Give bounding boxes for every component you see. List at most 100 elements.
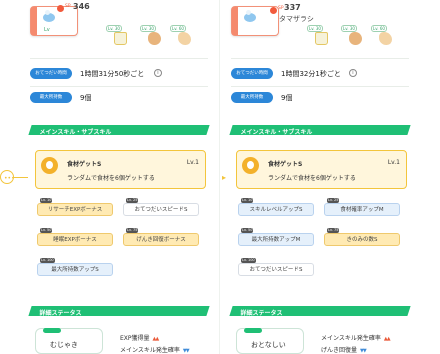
sub-skill-level-tag: Lv. 25 xyxy=(126,198,139,203)
sub-skill-level-tag: Lv. 50 xyxy=(40,228,53,233)
stat-max-carry: 最大所持数 9個 xyxy=(231,92,409,104)
food-potato: Lv. 30 xyxy=(341,25,363,46)
section-bar: メインスキル・サブスキル xyxy=(28,125,210,136)
divider xyxy=(231,58,409,59)
food-level: Lv. 60 xyxy=(371,25,387,32)
sub-skill-label: スキルレベルアップS xyxy=(249,207,303,213)
main-skill-desc: ランダムで食材を6個ゲットする xyxy=(268,175,356,182)
trait-up: メインスキル発生確率 ▲▲ xyxy=(321,333,391,342)
nature-chip xyxy=(43,328,61,333)
stat-value: 1時間31分50秒ごと xyxy=(80,70,145,78)
section-bar: 詳細ステータス xyxy=(229,306,411,317)
trait-up: EXP獲得量 ▲▲ xyxy=(120,333,160,342)
sub-skill-label: おてつだいスピードS xyxy=(134,207,188,213)
trait-down: げんき回復量 ▼▼ xyxy=(321,345,367,354)
ginger-icon xyxy=(178,32,191,45)
sp-badge-icon xyxy=(270,7,277,14)
section-bar: メインスキル・サブスキル xyxy=(229,125,411,136)
trait-label: げんき回復量 xyxy=(321,347,358,354)
sub-skill-label: 食材確率アップM xyxy=(340,207,384,213)
sub-skill-level-tag: Lv. 75 xyxy=(126,228,139,233)
section-header-detail: 詳細ステータス xyxy=(229,304,411,318)
pokemon-card[interactable]: Lv xyxy=(30,6,78,36)
food-milk: Lv. 30 xyxy=(106,25,128,46)
pokemon-level-label: Lv xyxy=(44,27,50,33)
apple-icon xyxy=(41,157,58,174)
trait-label: EXP獲得量 xyxy=(120,335,150,342)
stat-value: 9個 xyxy=(80,94,92,102)
nature-box: おとなしい xyxy=(236,328,304,354)
main-skill-card[interactable]: 食材ゲットS Lv.1 ランダムで食材を6個ゲットする xyxy=(35,150,206,189)
stat-label: おてつだい時間 xyxy=(231,68,273,79)
section-header-detail: 詳細ステータス xyxy=(28,304,210,318)
food-level: Lv. 30 xyxy=(341,25,357,32)
potato-icon xyxy=(349,32,362,45)
sub-skill-5[interactable]: Lv. 100 おてつだいスピードS xyxy=(238,258,314,276)
section-title: メインスキル・サブスキル xyxy=(240,129,313,136)
down-arrow-icon: ▼▼ xyxy=(360,348,367,354)
section-title: メインスキル・サブスキル xyxy=(39,129,112,136)
stat-help-time: おてつだい時間 1時間31分50秒ごと i xyxy=(30,68,208,80)
sub-skill-3[interactable]: Lv. 50 最大所持数アップM xyxy=(238,228,314,246)
sub-skill-4[interactable]: Lv. 75 きのみの数S xyxy=(324,228,400,246)
sub-skill-label: リサーチEXPボーナス xyxy=(47,207,103,213)
section-header-skills: メインスキル・サブスキル xyxy=(229,123,411,137)
sub-skill-4[interactable]: Lv. 75 げんき回復ボーナス xyxy=(123,228,199,246)
card-stripe xyxy=(232,7,238,35)
food-ginger: Lv. 60 xyxy=(170,25,192,46)
pokemon-name: タマザラシ xyxy=(279,15,314,23)
potato-icon xyxy=(148,32,161,45)
sub-skill-1[interactable]: Lv. 10 リサーチEXPボーナス xyxy=(37,198,113,216)
trait-down: メインスキル発生確率 ▼▼ xyxy=(120,345,190,354)
food-milk: Lv. 30 xyxy=(307,25,329,46)
section-bar: 詳細ステータス xyxy=(28,306,210,317)
up-arrow-icon: ▲▲ xyxy=(383,336,391,342)
pokemon-sprite-icon xyxy=(43,10,55,22)
sub-skill-level-tag: Lv. 10 xyxy=(241,198,254,203)
pokemon-number: 337 xyxy=(284,3,301,12)
main-skill-card[interactable]: 食材ゲットS Lv.1 ランダムで食材を6個ゲットする xyxy=(236,150,407,189)
compare-arrow-icon: ▸ xyxy=(222,173,227,182)
info-icon[interactable]: i xyxy=(154,69,162,77)
divider xyxy=(231,86,409,87)
card-stripe xyxy=(31,7,37,35)
column-divider xyxy=(219,0,220,354)
section-title: 詳細ステータス xyxy=(240,310,283,317)
sub-skill-5[interactable]: Lv. 100 最大所持数アップS xyxy=(37,258,113,276)
section-title: 詳細ステータス xyxy=(39,310,82,317)
pokemon-number: 346 xyxy=(73,2,90,11)
sub-skill-1[interactable]: Lv. 10 スキルレベルアップS xyxy=(238,198,314,216)
stat-value: 9個 xyxy=(281,94,293,102)
pokemon-column-right: SP 337 タマザラシ Lv. 30 Lv. 30 Lv. 60 おてつだい時… xyxy=(229,0,411,354)
sp-label: SP xyxy=(65,4,71,9)
food-potato: Lv. 30 xyxy=(140,25,162,46)
sub-skill-label: 最大所持数アップM xyxy=(251,237,301,243)
nature-box: むじゃき xyxy=(35,328,103,354)
stat-value: 1時間32分1秒ごと xyxy=(281,70,341,78)
sub-skill-3[interactable]: Lv. 50 睡眠EXPボーナス xyxy=(37,228,113,246)
sub-skill-grid: Lv. 10 スキルレベルアップS Lv. 25 食材確率アップM Lv. 50… xyxy=(238,198,408,279)
up-arrow-icon: ▲▲ xyxy=(152,336,160,342)
stat-max-carry: 最大所持数 9個 xyxy=(30,92,208,104)
main-skill-level: Lv.1 xyxy=(186,159,199,166)
food-level: Lv. 30 xyxy=(140,25,156,32)
sub-skill-level-tag: Lv. 25 xyxy=(327,198,340,203)
sub-skill-label: きのみの数S xyxy=(346,237,378,243)
section-header-skills: メインスキル・サブスキル xyxy=(28,123,210,137)
sp-label: SP xyxy=(278,6,284,11)
prev-toggle-icon[interactable]: ••• xyxy=(0,170,15,184)
food-level: Lv. 60 xyxy=(170,25,186,32)
sub-skill-2[interactable]: Lv. 25 おてつだいスピードS xyxy=(123,198,199,216)
main-skill-level: Lv.1 xyxy=(387,159,400,166)
info-icon[interactable]: i xyxy=(349,69,357,77)
rail-line xyxy=(14,177,28,178)
pokemon-column-left: Lv SP 346 Lv. 30 Lv. 30 Lv. 60 おてつだい時間 1… xyxy=(28,0,210,354)
stat-help-time: おてつだい時間 1時間32分1秒ごと i xyxy=(231,68,409,80)
sub-skill-2[interactable]: Lv. 25 食材確率アップM xyxy=(324,198,400,216)
sub-skill-label: おてつだいスピードS xyxy=(249,267,303,273)
pokemon-sprite-icon xyxy=(244,10,256,22)
food-ginger: Lv. 60 xyxy=(371,25,393,46)
sub-skill-label: 睡眠EXPボーナス xyxy=(53,237,97,243)
stat-label: 最大所持数 xyxy=(30,92,72,103)
apple-icon xyxy=(242,157,259,174)
